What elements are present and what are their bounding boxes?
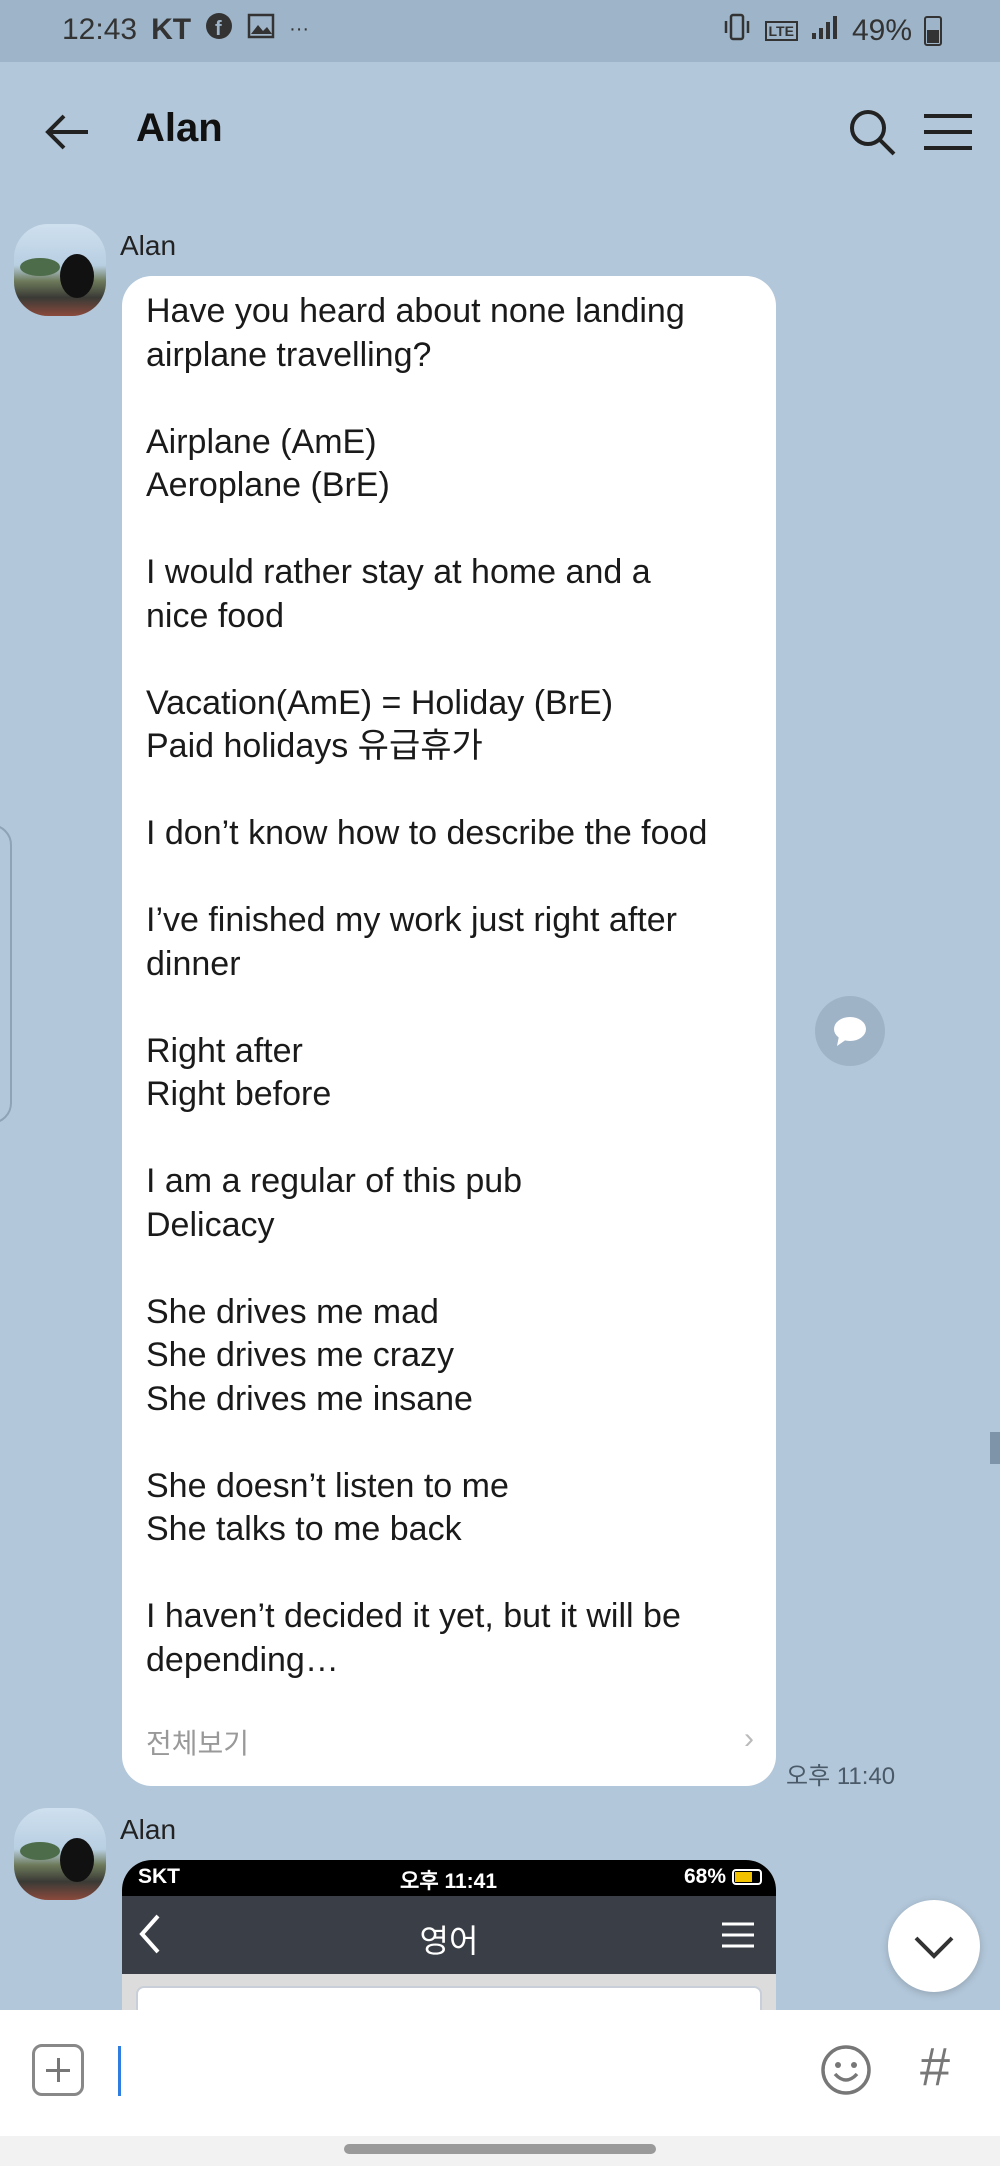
message-line: I am a regular of this pub bbox=[146, 1162, 523, 1200]
hashtag-icon[interactable]: # bbox=[920, 2036, 950, 2098]
message-line-gap bbox=[146, 986, 766, 1030]
image-battery-percent: 68% bbox=[683, 1865, 726, 1888]
image-menu-icon bbox=[722, 1922, 754, 1948]
image-message[interactable]: SKT 오후 11:41 68% 영어 bbox=[122, 1860, 776, 2010]
sender-name: Alan bbox=[120, 230, 177, 261]
message-line: Right after bbox=[146, 1031, 303, 1070]
scroll-to-bottom-button[interactable] bbox=[888, 1900, 980, 1992]
message-line: I would rather stay at home and a bbox=[146, 553, 651, 591]
message-line: She drives me insane bbox=[146, 1379, 473, 1418]
image-card bbox=[136, 1986, 762, 2010]
view-all-link[interactable]: 전체보기 bbox=[146, 1722, 249, 1762]
network-type: LTE bbox=[764, 20, 798, 41]
chat-title: Alan bbox=[136, 106, 223, 150]
message-bubble[interactable]: Have you heard about none landing airplan… bbox=[122, 276, 776, 1786]
side-drawer-handle[interactable] bbox=[0, 824, 12, 1124]
status-right: LTE 49% bbox=[721, 12, 942, 49]
message-text: Have you heard about none landing airplan… bbox=[146, 290, 766, 1682]
image-app-title: 영어 bbox=[419, 1923, 479, 1959]
image-content bbox=[122, 1974, 776, 2010]
avatar[interactable] bbox=[14, 1808, 106, 1900]
search-button[interactable] bbox=[844, 104, 900, 160]
message-line: She doesn’t listen to me bbox=[146, 1466, 509, 1505]
message-line: airplane travelling? bbox=[146, 335, 432, 374]
message-line: Aeroplane (BrE) bbox=[146, 466, 390, 504]
home-indicator[interactable] bbox=[344, 2144, 656, 2154]
status-more: ··· bbox=[289, 18, 310, 40]
sender-name: Alan bbox=[120, 1814, 177, 1845]
reply-icon bbox=[834, 1017, 866, 1046]
message-time: 오후 11:40 bbox=[786, 1763, 896, 1790]
message-line-gap bbox=[146, 1117, 766, 1161]
message-line: She drives me crazy bbox=[146, 1336, 454, 1374]
gallery-icon bbox=[247, 13, 275, 46]
message-line-gap bbox=[146, 1421, 766, 1465]
message-line-gap bbox=[146, 1552, 766, 1596]
battery-percent: 49% bbox=[851, 13, 912, 47]
emoji-button[interactable] bbox=[818, 2042, 874, 2098]
message-line: I’ve finished my work just right after bbox=[146, 901, 677, 939]
message-input[interactable] bbox=[112, 2038, 792, 2104]
chat-header: Alan bbox=[0, 62, 1000, 202]
menu-button[interactable] bbox=[918, 104, 978, 160]
message-line-gap bbox=[146, 377, 766, 421]
image-carrier: SKT bbox=[138, 1865, 180, 1888]
message-line-gap bbox=[146, 769, 766, 813]
message-line-gap bbox=[146, 856, 766, 900]
svg-text:f: f bbox=[215, 18, 222, 40]
search-icon bbox=[850, 110, 896, 156]
message-line: She talks to me back bbox=[146, 1510, 462, 1548]
message-line: Delicacy bbox=[146, 1205, 275, 1244]
image-time: 오후 11:41 bbox=[400, 1870, 498, 1893]
status-bar: 12:43 KT f ··· LTE 49% bbox=[0, 0, 1000, 62]
navigation-area bbox=[0, 2136, 1000, 2166]
facebook-icon: f bbox=[205, 12, 233, 47]
message-line: I don’t know how to describe the food bbox=[146, 814, 708, 852]
chevron-down-icon bbox=[914, 1936, 954, 1959]
text-cursor bbox=[118, 2046, 121, 2096]
plus-icon[interactable] bbox=[32, 2044, 84, 2096]
back-arrow-icon bbox=[45, 114, 88, 150]
battery-icon bbox=[924, 15, 942, 46]
avatar[interactable] bbox=[14, 224, 106, 316]
message-line: depending… bbox=[146, 1640, 339, 1679]
message-line: Paid holidays 유급휴가 bbox=[146, 727, 483, 765]
scroll-position-marker bbox=[990, 1432, 1000, 1464]
image-app-bar: 영어 bbox=[122, 1896, 776, 1974]
chevron-right-icon: › bbox=[744, 1722, 754, 1755]
message-line: She drives me mad bbox=[146, 1292, 439, 1331]
vibrate-icon bbox=[721, 12, 753, 49]
message-line-gap bbox=[146, 1247, 766, 1291]
status-left: 12:43 KT f ··· bbox=[62, 12, 309, 47]
message-line: Right before bbox=[146, 1075, 332, 1113]
image-status-bar: SKT 오후 11:41 68% bbox=[122, 1860, 776, 1896]
message-line-gap bbox=[146, 638, 766, 682]
emoji-icon bbox=[821, 2045, 871, 2095]
message-line: Airplane (AmE) bbox=[146, 422, 377, 461]
signal-icon bbox=[810, 13, 840, 48]
menu-icon bbox=[924, 114, 972, 150]
message-line: nice food bbox=[146, 596, 284, 635]
input-bar: # bbox=[0, 2010, 1000, 2136]
message-line: dinner bbox=[146, 944, 241, 983]
status-carrier: KT bbox=[151, 12, 192, 46]
message-line: I haven’t decided it yet, but it will be bbox=[146, 1597, 681, 1635]
back-button[interactable] bbox=[38, 102, 98, 162]
message-line-gap bbox=[146, 508, 766, 552]
message-line: Have you heard about none landing bbox=[146, 292, 685, 330]
reply-button[interactable] bbox=[815, 996, 885, 1066]
status-time: 12:43 bbox=[62, 12, 138, 46]
image-battery-icon bbox=[732, 1869, 762, 1885]
message-line: Vacation(AmE) = Holiday (BrE) bbox=[146, 683, 614, 722]
